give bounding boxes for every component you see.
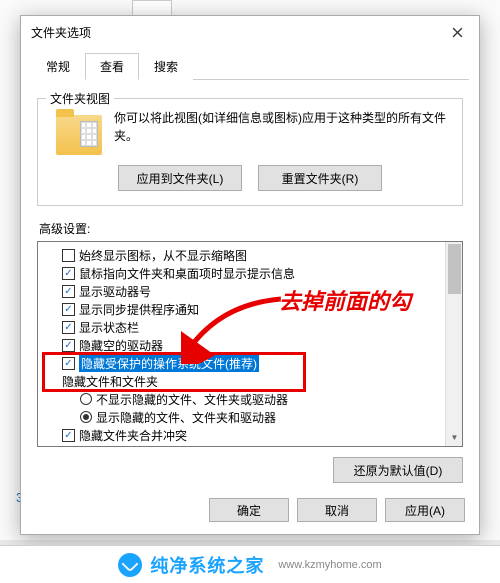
watermark-url: www.kzmyhome.com [278, 559, 381, 571]
advanced-item-label: 显示驱动器号 [79, 283, 151, 300]
watermark-brand: 纯净系统之家 [150, 552, 264, 578]
close-icon [452, 27, 463, 38]
scrollbar-thumb[interactable] [448, 244, 461, 294]
folder-options-dialog: 文件夹选项 常规 查看 搜索 文件夹视图 你可以将此视图(如详细信息或图标)应用… [20, 15, 480, 535]
advanced-settings-list: 始终显示图标，从不显示缩略图 ✓ 鼠标指向文件夹和桌面项时显示提示信息 ✓ 显示驱动器号… [38, 242, 462, 447]
advanced-item[interactable]: ✓ 隐藏受保护的操作系统文件(推荐) [44, 354, 442, 372]
tab-general[interactable]: 常规 [31, 53, 85, 80]
advanced-item-label: 始终显示图标，从不显示缩略图 [79, 247, 247, 264]
advanced-item[interactable]: ✓ 鼠标指向文件夹和桌面项时显示提示信息 [44, 264, 442, 282]
dialog-body: 文件夹视图 你可以将此视图(如详细信息或图标)应用于这种类型的所有文件夹。 应用… [21, 80, 479, 493]
close-button[interactable] [435, 17, 479, 47]
advanced-item[interactable]: 不显示隐藏的文件、文件夹或驱动器 [44, 390, 442, 408]
dialog-title: 文件夹选项 [31, 24, 91, 41]
ok-button[interactable]: 确定 [209, 498, 289, 522]
advanced-item-label: 隐藏受保护的操作系统文件(推荐) [79, 355, 259, 372]
restore-defaults-button[interactable]: 还原为默认值(D) [333, 457, 463, 483]
checkbox-icon[interactable]: ✓ [62, 285, 75, 298]
advanced-item[interactable]: ✓ 显示驱动器号 [44, 282, 442, 300]
folder-views-group: 文件夹视图 你可以将此视图(如详细信息或图标)应用于这种类型的所有文件夹。 应用… [37, 98, 463, 206]
advanced-item[interactable]: ✓ 隐藏已知文件类型的扩展名 [44, 444, 442, 447]
tab-search[interactable]: 搜索 [139, 53, 193, 80]
advanced-item-label: 显示状态栏 [79, 319, 139, 336]
tab-strip: 常规 查看 搜索 [31, 52, 469, 80]
advanced-item-label: 隐藏文件和文件夹 [62, 373, 158, 390]
advanced-item[interactable]: 隐藏文件和文件夹 [44, 372, 442, 390]
advanced-item[interactable]: ✓ 隐藏空的驱动器 [44, 336, 442, 354]
checkbox-icon[interactable]: ✓ [62, 303, 75, 316]
advanced-item[interactable]: 始终显示图标，从不显示缩略图 [44, 246, 442, 264]
checkbox-icon[interactable]: ✓ [62, 267, 75, 280]
cancel-button[interactable]: 取消 [297, 498, 377, 522]
advanced-item[interactable]: ✓ 显示同步提供程序通知 [44, 300, 442, 318]
scrollbar[interactable]: ▲ ▼ [445, 242, 462, 446]
checkbox-icon[interactable]: ✓ [62, 447, 75, 448]
advanced-item-label: 隐藏文件夹合并冲突 [79, 427, 187, 444]
advanced-item[interactable]: ✓ 隐藏文件夹合并冲突 [44, 426, 442, 444]
advanced-item-label: 显示同步提供程序通知 [79, 301, 199, 318]
advanced-item-label: 隐藏已知文件类型的扩展名 [79, 445, 223, 448]
checkbox-icon[interactable]: ✓ [62, 429, 75, 442]
watermark-bar: 纯净系统之家 www.kzmyhome.com [0, 545, 500, 583]
checkbox-icon[interactable]: ✓ [62, 321, 75, 334]
advanced-item-label: 隐藏空的驱动器 [79, 337, 163, 354]
tab-view[interactable]: 查看 [85, 53, 139, 80]
titlebar: 文件夹选项 [21, 16, 479, 48]
checkbox-icon[interactable]: ✓ [62, 357, 75, 370]
checkbox-icon[interactable]: ✓ [62, 339, 75, 352]
advanced-item-label: 不显示隐藏的文件、文件夹或驱动器 [96, 391, 288, 408]
apply-to-folders-button[interactable]: 应用到文件夹(L) [118, 165, 242, 191]
advanced-item-label: 显示隐藏的文件、文件夹和驱动器 [96, 409, 276, 426]
advanced-item[interactable]: ✓ 显示状态栏 [44, 318, 442, 336]
radio-icon[interactable] [80, 411, 92, 423]
folder-views-desc: 你可以将此视图(如详细信息或图标)应用于这种类型的所有文件夹。 [114, 109, 450, 145]
reset-folders-button[interactable]: 重置文件夹(R) [258, 165, 382, 191]
folder-icon [56, 115, 102, 155]
watermark-logo-icon [118, 553, 142, 577]
dialog-button-row: 确定 取消 应用(A) [209, 498, 465, 522]
radio-icon[interactable] [80, 393, 92, 405]
advanced-settings-label: 高级设置: [39, 220, 463, 237]
advanced-settings-panel: 始终显示图标，从不显示缩略图 ✓ 鼠标指向文件夹和桌面项时显示提示信息 ✓ 显示驱动器号… [37, 241, 463, 447]
advanced-item[interactable]: 显示隐藏的文件、文件夹和驱动器 [44, 408, 442, 426]
apply-button[interactable]: 应用(A) [385, 498, 465, 522]
advanced-item-label: 鼠标指向文件夹和桌面项时显示提示信息 [79, 265, 295, 282]
scroll-down-icon[interactable]: ▼ [446, 429, 463, 446]
checkbox-icon[interactable] [62, 249, 75, 262]
folder-views-legend: 文件夹视图 [46, 90, 114, 107]
